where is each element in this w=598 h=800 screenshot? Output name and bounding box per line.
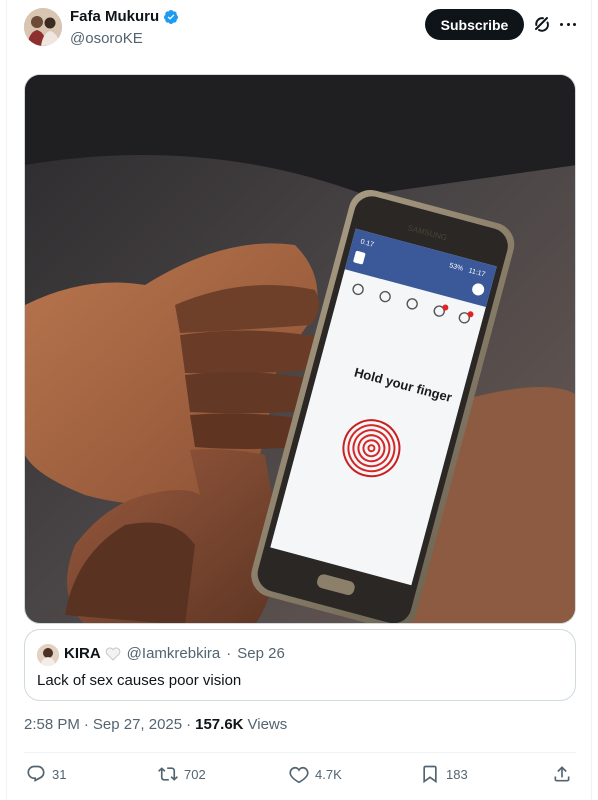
bookmark-icon xyxy=(423,765,437,784)
share-icon xyxy=(554,766,570,782)
quoted-author-avatar xyxy=(37,644,59,666)
verified-badge-icon xyxy=(163,9,179,25)
grok-icon[interactable] xyxy=(532,14,552,34)
author-avatar[interactable] xyxy=(24,8,62,46)
action-bar: 31 702 4.7K 183 xyxy=(24,760,576,790)
author-handle[interactable]: @osoroKE xyxy=(70,30,143,47)
white-heart-icon xyxy=(105,647,121,661)
meta-separator: · xyxy=(186,716,192,733)
repost-icon xyxy=(158,767,178,781)
more-icon[interactable] xyxy=(558,14,578,34)
post-time[interactable]: 2:58 PM xyxy=(24,716,80,733)
bookmark-count: 183 xyxy=(446,766,468,782)
post-header: Fafa Mukuru @osoroKE Subscribe xyxy=(0,0,598,60)
quoted-author-handle: @Iamkrebkira xyxy=(126,645,221,662)
reply-count: 31 xyxy=(52,766,67,782)
like-button[interactable]: 4.7K xyxy=(289,764,342,784)
quoted-author-name: KIRA xyxy=(64,645,101,662)
bookmark-button[interactable]: 183 xyxy=(420,764,468,784)
repost-count: 702 xyxy=(184,766,206,782)
quoted-post-header: KIRA @Iamkrebkira · Sep 26 xyxy=(64,645,285,662)
subscribe-button[interactable]: Subscribe xyxy=(425,9,524,40)
like-count: 4.7K xyxy=(315,766,342,782)
quoted-date: Sep 26 xyxy=(237,645,285,662)
post-date[interactable]: Sep 27, 2025 xyxy=(93,716,182,733)
views-label: Views xyxy=(247,716,288,733)
author-display-name[interactable]: Fafa Mukuru xyxy=(70,8,159,25)
quoted-post-text: Lack of sex causes poor vision xyxy=(37,672,242,689)
views-count: 157.6K xyxy=(195,716,244,733)
repost-button[interactable]: 702 xyxy=(158,764,206,784)
heart-icon xyxy=(289,766,309,784)
author-name-row: Fafa Mukuru xyxy=(70,8,179,25)
post-media-image[interactable]: 0.17 53% 11:17 Hold your finger SAMSUNG xyxy=(24,74,576,624)
reply-button[interactable]: 31 xyxy=(26,764,66,784)
share-button[interactable] xyxy=(552,764,572,784)
divider xyxy=(24,752,576,753)
meta-separator: · xyxy=(83,716,89,733)
reply-icon xyxy=(27,765,45,782)
quoted-post[interactable]: KIRA @Iamkrebkira · Sep 26 Lack of sex c… xyxy=(24,629,576,701)
post-metadata: 2:58 PM · Sep 27, 2025 · 157.6K Views xyxy=(24,716,287,733)
quoted-separator: · xyxy=(226,645,232,662)
